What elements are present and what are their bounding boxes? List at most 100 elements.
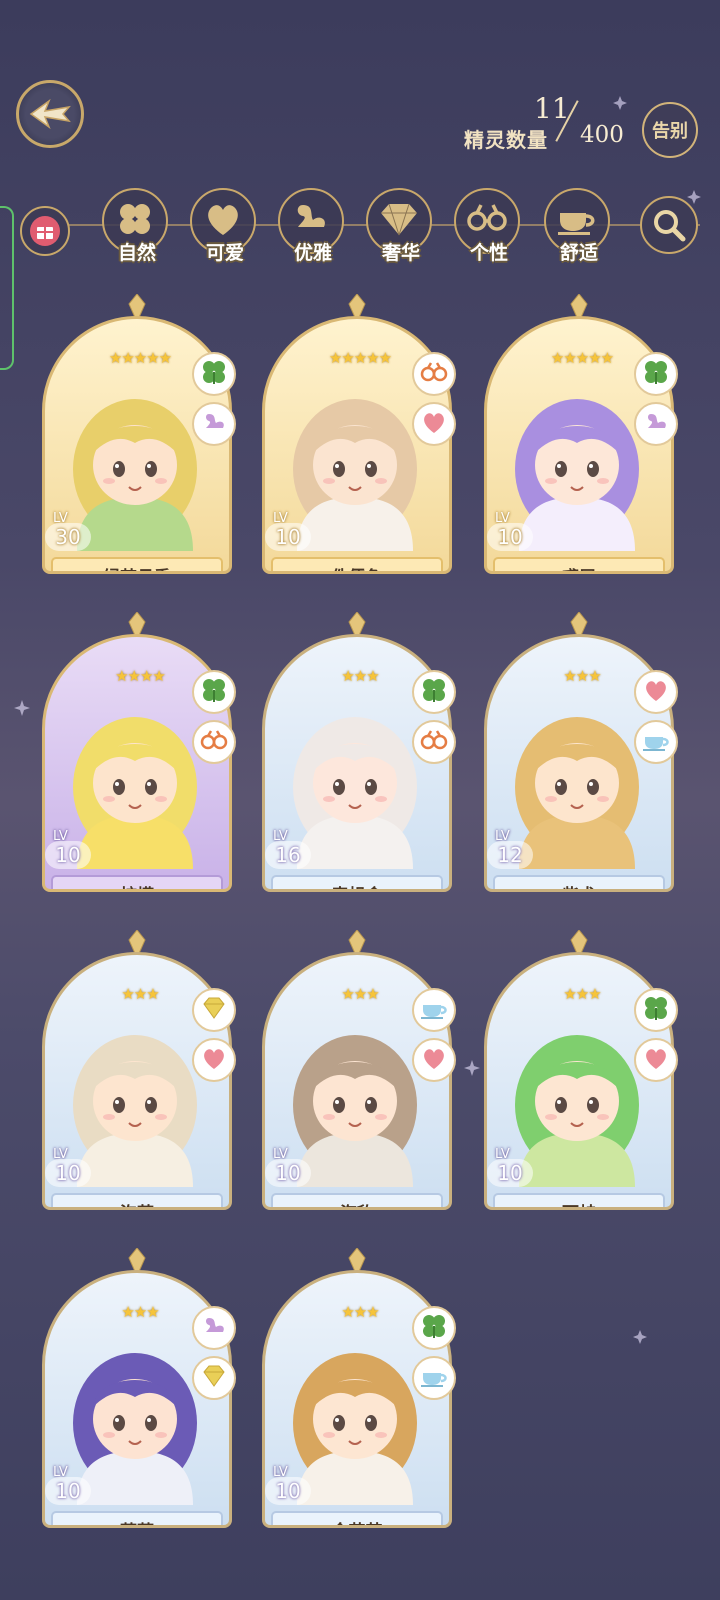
trait-badge xyxy=(192,670,236,714)
level-value: 10 xyxy=(265,523,311,551)
filter-label: 可爱 xyxy=(205,242,244,264)
level-value: 16 xyxy=(265,841,311,869)
teacup-icon xyxy=(419,994,449,1026)
teacup-icon xyxy=(554,199,600,243)
filter-diamond[interactable]: 奢华 xyxy=(366,188,436,264)
heart-icon xyxy=(200,1044,228,1076)
back-arrow-icon xyxy=(29,98,71,130)
heart-icon xyxy=(420,1044,448,1076)
back-button[interactable] xyxy=(16,80,84,148)
trait-badge xyxy=(634,402,678,446)
trait-badge xyxy=(192,352,236,396)
swan-icon xyxy=(290,199,332,243)
trait-list xyxy=(192,670,238,770)
level-badge: LV 16 xyxy=(265,829,313,873)
level-badge: LV 10 xyxy=(487,511,535,555)
trait-badge xyxy=(192,1038,236,1082)
clover-icon xyxy=(642,358,670,390)
trait-list xyxy=(412,352,458,452)
spirit-name: 鸢尾 xyxy=(493,557,665,571)
spirit-name: 柴犬 xyxy=(493,875,665,889)
trait-badge xyxy=(192,1356,236,1400)
diamond-icon xyxy=(200,1362,228,1394)
trait-badge xyxy=(634,670,678,714)
filter-label: 优雅 xyxy=(293,242,332,264)
spirit-name: 雨蛙 xyxy=(493,1193,665,1207)
trait-badge xyxy=(412,670,456,714)
clover-icon xyxy=(420,676,448,708)
level-value: 10 xyxy=(265,1477,311,1505)
level-badge: LV 10 xyxy=(487,1147,535,1191)
spirit-card[interactable]: ★★★★★LV10侏儒兔 xyxy=(262,294,456,574)
spirit-name: 金花茶 xyxy=(271,1511,443,1525)
filter-heart[interactable]: 可爱 xyxy=(190,188,260,264)
clover-icon xyxy=(420,1312,448,1344)
spirit-card[interactable]: ★★★LV12柴犬 xyxy=(484,612,678,892)
spirit-count-current: 11 xyxy=(534,92,570,125)
spirit-card[interactable]: ★★★★★LV10鸢尾 xyxy=(484,294,678,574)
spirit-name: 侏儒兔 xyxy=(271,557,443,571)
spirit-card[interactable]: ★★★LV10蓝莓 xyxy=(42,1248,236,1528)
swan-icon xyxy=(642,408,670,440)
search-button[interactable] xyxy=(640,196,698,254)
trait-badge xyxy=(412,1038,456,1082)
trait-list xyxy=(412,988,458,1088)
spirit-card[interactable]: ★★★LV10金花茶 xyxy=(262,1248,456,1528)
spirit-count-label: 精灵数量 xyxy=(464,128,548,152)
diamond-icon xyxy=(377,199,421,243)
gift-icon xyxy=(30,216,60,246)
trait-badge xyxy=(412,1306,456,1350)
filter-swan[interactable]: 优雅 xyxy=(278,188,348,264)
spirit-count: 精灵数量 11 400 xyxy=(462,92,652,162)
heart-icon xyxy=(202,199,244,243)
spirit-card[interactable]: ★★★LV10海豹 xyxy=(262,930,456,1210)
spirit-card[interactable]: ★★★LV10雨蛙 xyxy=(484,930,678,1210)
trait-list xyxy=(634,670,680,770)
diamond-icon xyxy=(200,994,228,1026)
filter-glasses[interactable]: 个性 xyxy=(454,188,524,264)
trait-list xyxy=(634,352,680,452)
swan-icon xyxy=(200,408,228,440)
spirit-name: 毒蝇伞 xyxy=(271,875,443,889)
level-value: 10 xyxy=(265,1159,311,1187)
teacup-icon xyxy=(641,726,671,758)
trait-badge xyxy=(634,720,678,764)
clover-icon xyxy=(642,994,670,1026)
farewell-button[interactable]: 告别 xyxy=(642,102,698,158)
level-value: 10 xyxy=(45,841,91,869)
spirit-card[interactable]: ★★★LV10泡芙 xyxy=(42,930,236,1210)
trait-list xyxy=(412,1306,458,1406)
level-badge: LV 10 xyxy=(265,1465,313,1509)
heart-icon xyxy=(642,676,670,708)
level-value: 10 xyxy=(487,523,533,551)
filter-label: 奢华 xyxy=(381,242,420,264)
level-value: 30 xyxy=(45,523,91,551)
level-badge: LV 10 xyxy=(45,1465,93,1509)
level-badge: LV 10 xyxy=(45,829,93,873)
level-value: 10 xyxy=(45,1477,91,1505)
filter-teacup[interactable]: 舒适 xyxy=(544,188,614,264)
clover-icon xyxy=(200,676,228,708)
trait-list xyxy=(634,988,680,1088)
level-value: 12 xyxy=(487,841,533,869)
filter-label: 舒适 xyxy=(559,242,598,264)
spirit-card[interactable]: ★★★★★LV30绿茶月季 xyxy=(42,294,236,574)
level-badge: LV 10 xyxy=(265,511,313,555)
spirit-name: 泡芙 xyxy=(51,1193,223,1207)
trait-list xyxy=(192,352,238,452)
filter-clover[interactable]: 自然 xyxy=(102,188,172,264)
spirit-card[interactable]: ★★★★LV10柠檬 xyxy=(42,612,236,892)
spirit-card[interactable]: ★★★LV16毒蝇伞 xyxy=(262,612,456,892)
trait-badge xyxy=(412,1356,456,1400)
swan-icon xyxy=(200,1312,228,1344)
trait-badge xyxy=(192,988,236,1032)
side-panel-tab[interactable] xyxy=(0,206,14,370)
spirit-name: 海豹 xyxy=(271,1193,443,1207)
spirit-name: 绿茶月季 xyxy=(51,557,223,571)
level-badge: LV 10 xyxy=(265,1147,313,1191)
spirit-count-max: 400 xyxy=(580,122,624,148)
gift-button[interactable] xyxy=(20,206,70,256)
level-value: 10 xyxy=(487,1159,533,1187)
trait-list xyxy=(192,988,238,1088)
clover-icon xyxy=(115,199,155,243)
